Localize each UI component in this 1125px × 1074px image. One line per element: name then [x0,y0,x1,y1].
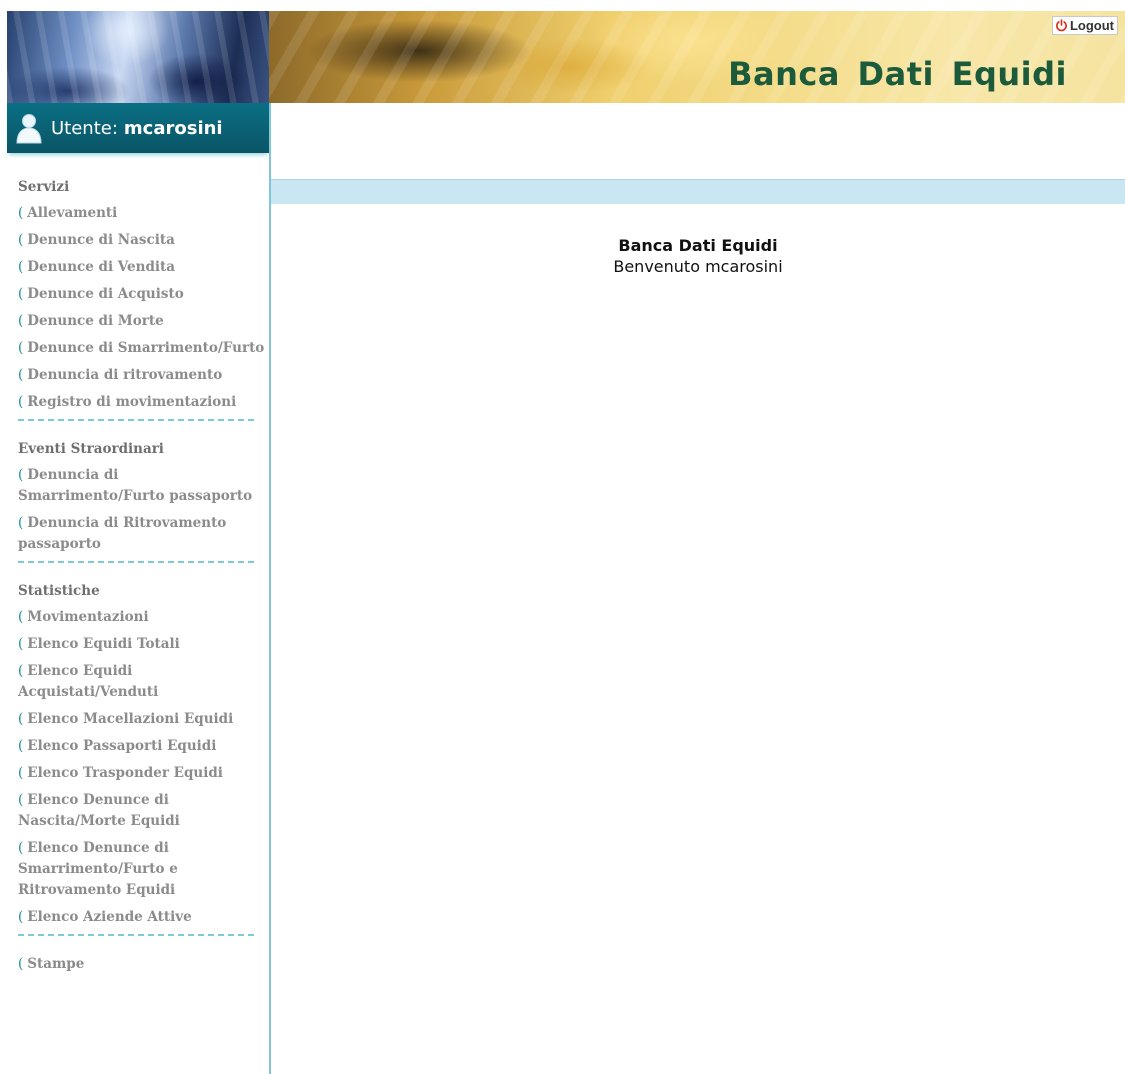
user-name: mcarosini [123,117,223,139]
content-top-bar [271,179,1125,204]
sidebar-item[interactable]: (Denuncia di Smarrimento/Furto passaport… [18,465,269,507]
menu-section-title: Servizi [18,179,70,195]
sidebar-item-label: Movimentazioni [27,609,149,625]
logout-label: Logout [1069,18,1114,33]
sidebar-item-label: Denunce di Acquisto [27,286,184,302]
sidebar-item-label: Denuncia di ritrovamento [27,367,223,383]
sidebar-item-label: Denunce di Morte [27,313,164,329]
main-content: Banca Dati Equidi Benvenuto mcarosini [271,103,1125,1074]
menu-bullet-icon: ( [18,313,24,329]
user-bar: Utente: mcarosini [7,103,269,153]
menu-bullet-icon: ( [18,765,24,781]
sidebar-item-label: Elenco Equidi Totali [27,636,180,652]
menu-bullet-icon: ( [18,909,24,925]
sidebar-item-label: Allevamenti [27,205,118,221]
sidebar-item[interactable]: (Allevamenti [18,203,269,224]
sidebar-item[interactable]: (Elenco Passaporti Equidi [18,736,269,757]
menu-separator [18,561,254,563]
sidebar-item-label: Denuncia di Ritrovamento passaporto [18,515,227,552]
menu-bullet-icon: ( [18,205,24,221]
header-banner-image-right: Banca Dati Equidi Logout [269,11,1125,103]
sidebar-item[interactable]: (Elenco Macellazioni Equidi [18,709,269,730]
sidebar-item[interactable]: (Elenco Trasponder Equidi [18,763,269,784]
menu-bullet-icon: ( [18,792,24,808]
sidebar-item[interactable]: (Elenco Aziende Attive [18,907,269,928]
sidebar: Utente: mcarosini Servizi(Allevamenti(De… [7,103,271,1074]
menu-bullet-icon: ( [18,367,24,383]
sidebar-item-label: Denuncia di Smarrimento/Furto passaporto [18,467,253,504]
menu-bullet-icon: ( [18,340,24,356]
sidebar-item-label: Elenco Passaporti Equidi [27,738,217,754]
logout-button[interactable]: Logout [1051,16,1118,35]
menu-bullet-icon: ( [18,515,24,531]
sidebar-item[interactable]: (Denunce di Morte [18,311,269,332]
sidebar-item[interactable]: (Denunce di Acquisto [18,284,269,305]
user-label: Utente: [51,117,118,139]
sidebar-item[interactable]: (Denunce di Nascita [18,230,269,251]
sidebar-item-label: Elenco Aziende Attive [27,909,192,925]
header-banner-image-left [7,11,269,103]
sidebar-item[interactable]: (Denuncia di Ritrovamento passaporto [18,513,269,555]
menu-bullet-icon: ( [18,956,24,972]
sidebar-item-label: Elenco Equidi Acquistati/Venduti [18,663,159,700]
sidebar-item[interactable]: (Denunce di Vendita [18,257,269,278]
power-icon [1056,19,1067,32]
menu-bullet-icon: ( [18,286,24,302]
menu-section-title: Eventi Straordinari [18,441,164,457]
sidebar-item-label: Denunce di Vendita [27,259,175,275]
main-title: Banca Dati Equidi [618,236,778,255]
menu-separator [18,934,254,936]
menu-bullet-icon: ( [18,467,24,483]
menu-separator [18,419,254,421]
sidebar-item[interactable]: (Elenco Equidi Totali [18,634,269,655]
menu-section-title: Statistiche [18,583,100,599]
menu-bullet-icon: ( [18,663,24,679]
sidebar-item-label: Elenco Denunce di Nascita/Morte Equidi [18,792,180,829]
sidebar-menu: Servizi(Allevamenti(Denunce di Nascita(D… [7,153,269,975]
sidebar-item[interactable]: (Registro di movimentazioni [18,392,269,413]
menu-bullet-icon: ( [18,232,24,248]
sidebar-item-label: Registro di movimentazioni [27,394,237,410]
menu-bullet-icon: ( [18,738,24,754]
site-title: Banca Dati Equidi [728,55,1067,93]
menu-bullet-icon: ( [18,636,24,652]
menu-bullet-icon: ( [18,711,24,727]
app-window: Banca Dati Equidi Logout Utente: mcarosi… [7,11,1125,1074]
menu-bullet-icon: ( [18,259,24,275]
sidebar-item[interactable]: (Stampe [18,954,269,975]
welcome-message: Benvenuto mcarosini [613,257,783,276]
sidebar-item-label: Denunce di Nascita [27,232,175,248]
welcome-block: Banca Dati Equidi Benvenuto mcarosini [271,236,1125,276]
sidebar-item-label: Elenco Denunce di Smarrimento/Furto e Ri… [18,840,178,898]
menu-bullet-icon: ( [18,840,24,856]
sidebar-item[interactable]: (Elenco Denunce di Smarrimento/Furto e R… [18,838,269,901]
sidebar-item[interactable]: (Elenco Denunce di Nascita/Morte Equidi [18,790,269,832]
sidebar-item-label: Denunce di Smarrimento/Furto [27,340,265,356]
user-icon [16,114,42,144]
sidebar-item[interactable]: (Elenco Equidi Acquistati/Venduti [18,661,269,703]
menu-bullet-icon: ( [18,609,24,625]
sidebar-item[interactable]: (Denuncia di ritrovamento [18,365,269,386]
sidebar-item-label: Elenco Trasponder Equidi [27,765,223,781]
menu-bullet-icon: ( [18,394,24,410]
sidebar-item-label: Elenco Macellazioni Equidi [27,711,234,727]
sidebar-item[interactable]: (Denunce di Smarrimento/Furto [18,338,269,359]
sidebar-item[interactable]: (Movimentazioni [18,607,269,628]
sidebar-item-label: Stampe [27,956,85,972]
